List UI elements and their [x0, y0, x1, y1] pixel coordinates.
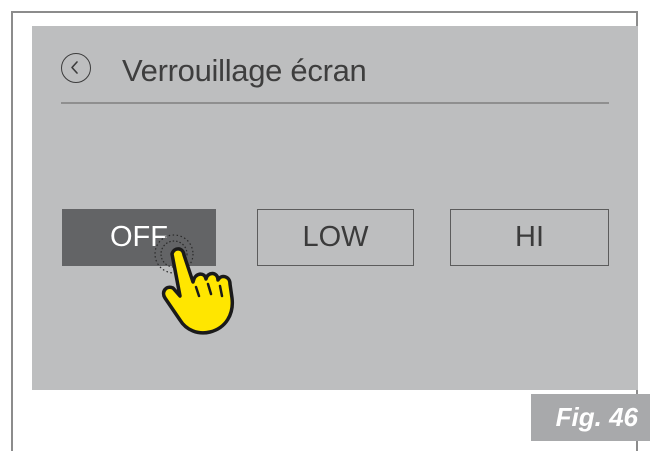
figure-number-label: Fig. 46 [531, 394, 650, 441]
option-low-label: LOW [302, 221, 369, 253]
lock-screen-settings-panel: Verrouillage écran OFF LOW HI [32, 26, 638, 390]
option-hi-button[interactable]: HI [450, 209, 609, 266]
option-hi-label: HI [515, 221, 544, 253]
chevron-left-icon [71, 61, 78, 74]
header-divider [61, 102, 609, 104]
page-title: Verrouillage écran [122, 53, 367, 88]
back-button[interactable] [61, 53, 91, 83]
option-low-button[interactable]: LOW [257, 209, 414, 266]
tapping-hand-icon [154, 234, 235, 335]
